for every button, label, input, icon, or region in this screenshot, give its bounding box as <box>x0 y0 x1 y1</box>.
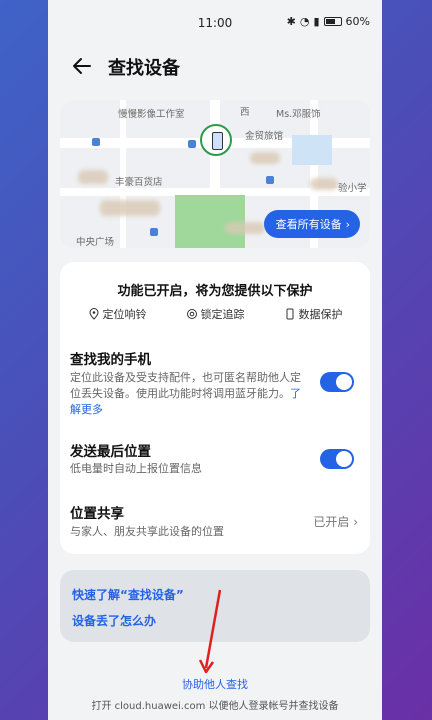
location-sharing-description: 与家人、朋友共享此设备的位置 <box>70 525 224 538</box>
status-icons: ✱ ◔ ▮ 60% <box>287 15 370 28</box>
chevron-right-icon: › <box>353 515 358 529</box>
feature-label: 数据保护 <box>298 308 343 321</box>
location-sharing-status-label: 已开启 <box>313 515 350 529</box>
feature-label: 定位响铃 <box>102 308 147 321</box>
quick-intro-link[interactable]: 快速了解“查找设备” <box>72 586 184 603</box>
map-label: Ms.邓服饰 <box>276 109 321 120</box>
status-bar: 11:00 ✱ ◔ ▮ 60% <box>48 0 382 44</box>
location-sharing-status[interactable]: 已开启 › <box>313 513 358 530</box>
feature-data: 数据保护 <box>284 306 343 322</box>
feature-lock: 锁定追踪 <box>186 306 245 322</box>
battery-percent: 60% <box>345 15 370 28</box>
view-all-devices-button[interactable]: 查看所有设备 › <box>263 210 360 238</box>
find-my-phone-toggle[interactable] <box>320 372 354 392</box>
phone-shield-icon <box>286 308 293 320</box>
send-last-location-toggle[interactable] <box>320 449 354 469</box>
map-label: 慢慢影像工作室 <box>118 109 185 120</box>
bus-stop-icon <box>150 228 158 236</box>
lock-track-icon <box>186 309 197 319</box>
help-card: 快速了解“查找设备” 设备丢了怎么办 <box>60 570 370 642</box>
map-label: 验小学 <box>338 183 367 194</box>
map-label: 丰豪百货店 <box>115 177 163 188</box>
bluetooth-icon: ✱ <box>286 15 296 28</box>
map-label: 中央广场 <box>76 237 115 248</box>
bus-stop-icon <box>92 138 100 146</box>
send-last-location-description: 低电量时自动上报位置信息 <box>70 462 202 475</box>
protection-card: 功能已开启，将为您提供以下保护 定位响铃 锁定追踪 数据保护 查找我的手机 定位… <box>60 262 370 554</box>
protection-features: 定位响铃 锁定追踪 数据保护 <box>60 306 370 322</box>
map-view[interactable]: 慢慢影像工作室 Ms.邓服饰 西 金贸旅馆 丰豪百货店 中央广场 验小学 查看所… <box>60 100 370 248</box>
wifi-icon: ◔ <box>299 15 310 28</box>
lost-device-help-link[interactable]: 设备丢了怎么办 <box>72 612 156 629</box>
bus-stop-icon <box>188 140 196 148</box>
battery-icon <box>323 17 342 26</box>
protection-title: 功能已开启，将为您提供以下保护 <box>117 284 313 299</box>
send-last-location-title: 发送最后位置 <box>70 444 151 460</box>
find-my-phone-title: 查找我的手机 <box>70 352 151 368</box>
page-title: 查找设备 <box>108 58 180 79</box>
back-arrow-icon[interactable] <box>70 54 94 78</box>
map-label: 西 <box>240 107 250 118</box>
find-my-phone-desc-text: 定位此设备及受支持配件，也可匿名帮助他人定位丢失设备。使用此功能时将调用蓝牙能力… <box>70 371 301 400</box>
find-my-phone-description: 定位此设备及受支持配件，也可匿名帮助他人定位丢失设备。使用此功能时将调用蓝牙能力… <box>70 370 310 418</box>
signal-icon: ▮ <box>313 15 320 28</box>
header: 查找设备 <box>48 50 382 84</box>
phone-screen: 11:00 ✱ ◔ ▮ 60% 查找设备 慢慢影像工作室 Ms.邓服饰 西 金贸… <box>48 0 382 720</box>
view-all-devices-label: 查看所有设备 <box>275 218 342 231</box>
chevron-right-icon: › <box>345 217 350 231</box>
feature-ring: 定位响铃 <box>88 306 147 322</box>
feature-label: 锁定追踪 <box>200 308 245 321</box>
device-location-marker[interactable] <box>200 124 232 156</box>
map-label: 金贸旅馆 <box>245 131 284 142</box>
location-pin-icon <box>88 308 99 320</box>
bus-stop-icon <box>266 176 274 184</box>
location-sharing-title[interactable]: 位置共享 <box>70 502 124 522</box>
footer-description: 打开 cloud.huawei.com 以便他人登录帐号并查找设备 <box>91 701 339 712</box>
assist-others-link[interactable]: 协助他人查找 <box>48 676 382 692</box>
